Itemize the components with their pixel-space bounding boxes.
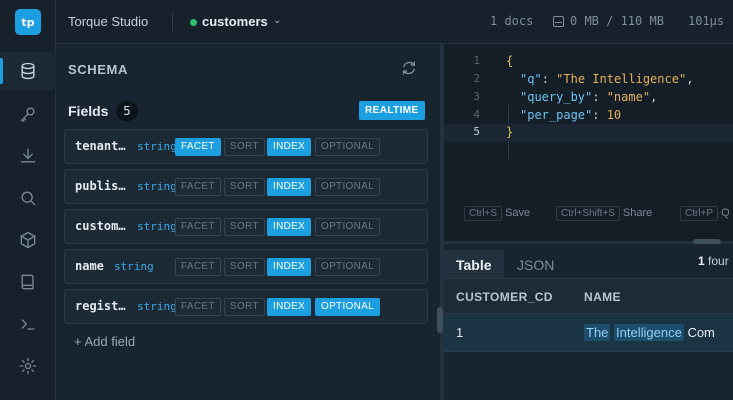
sort-tag[interactable]: SORT — [224, 218, 265, 236]
rail-database[interactable] — [0, 52, 56, 90]
chevron-down-icon[interactable]: ⌄ — [273, 15, 281, 26]
sort-tag[interactable]: SORT — [224, 178, 265, 196]
facet-tag[interactable]: FACET — [175, 298, 221, 316]
terminal-icon — [21, 319, 35, 330]
tab-table[interactable]: Table — [444, 250, 504, 280]
optional-tag[interactable]: OPTIONAL — [315, 218, 380, 236]
highlight: Intelligence — [614, 324, 684, 341]
refresh-icon[interactable] — [400, 59, 418, 77]
cell-name: The Intelligence Com — [584, 324, 715, 341]
sort-tag[interactable]: SORT — [224, 258, 265, 276]
top-divider — [172, 13, 173, 31]
field-row[interactable]: registered_at stringFACETSORTINDEXOPTIONA… — [64, 289, 428, 324]
line-number: 2 — [473, 72, 480, 85]
field-row[interactable]: name string FACET SORT INDEX OPTIONAL — [64, 249, 428, 284]
facet-tag[interactable]: FACET — [175, 218, 221, 236]
line-number: 5 — [473, 125, 480, 138]
index-tag[interactable]: INDEX — [267, 178, 312, 196]
field-name: published_at — [75, 179, 127, 193]
book-icon — [21, 274, 34, 290]
highlight: The — [584, 324, 611, 341]
rail-settings[interactable] — [0, 347, 56, 385]
app-title: Torque Studio — [68, 14, 149, 29]
database-icon — [21, 62, 35, 80]
download-icon — [20, 148, 36, 163]
code-line: 1 { — [444, 53, 733, 71]
optional-tag[interactable]: OPTIONAL — [315, 298, 380, 316]
table-header: CUSTOMER_CD NAME — [444, 278, 733, 314]
line-number: 4 — [473, 108, 480, 121]
optional-tag[interactable]: OPTIONAL — [315, 138, 380, 156]
optional-tag[interactable]: OPTIONAL — [315, 258, 380, 276]
command-shortcut[interactable]: Ctrl+P Q — [680, 206, 730, 221]
field-row[interactable]: tenant_id stringFACETSORTINDEXOPTIONAL — [64, 129, 428, 164]
add-field-button[interactable]: + Add field — [74, 334, 135, 349]
rail-search[interactable] — [0, 179, 56, 217]
field-type[interactable]: string — [137, 220, 177, 233]
field-name: customer_cd — [75, 219, 127, 233]
rail-console[interactable] — [0, 305, 56, 343]
rail-keys[interactable] — [0, 95, 56, 133]
docs-count: 1 docs — [490, 14, 534, 28]
field-type[interactable]: string — [137, 180, 177, 193]
found-count: 1 four — [698, 254, 729, 268]
line-number: 3 — [473, 90, 480, 103]
column-header[interactable]: CUSTOMER_CD — [456, 290, 553, 304]
field-type[interactable]: string — [114, 260, 154, 273]
sort-tag[interactable]: SORT — [224, 298, 265, 316]
index-tag[interactable]: INDEX — [267, 218, 312, 236]
code-line: 2 "q": "The Intelligence", — [444, 71, 733, 89]
realtime-badge[interactable]: REALTIME — [359, 101, 425, 120]
facet-tag[interactable]: FACET — [175, 258, 221, 276]
code-line: 3 "query_by": "name", — [444, 89, 733, 107]
share-shortcut[interactable]: Ctrl+Shift+S Share — [556, 206, 652, 221]
rail-docs[interactable] — [0, 263, 56, 301]
app-logo[interactable]: tp — [15, 9, 41, 35]
schema-title: SCHEMA — [68, 62, 128, 77]
save-shortcut[interactable]: Ctrl+S Save — [464, 206, 530, 221]
line-number: 1 — [473, 54, 480, 67]
facet-tag[interactable]: FACET — [175, 138, 221, 156]
column-header[interactable]: NAME — [584, 290, 621, 304]
index-tag[interactable]: INDEX — [267, 258, 312, 276]
field-name: tenant_id — [75, 139, 127, 153]
field-name: registered_at — [75, 299, 127, 313]
field-row[interactable]: customer_cd stringFACETSORTINDEXOPTIONAL — [64, 209, 428, 244]
optional-tag[interactable]: OPTIONAL — [315, 178, 380, 196]
tab-json[interactable]: JSON — [505, 250, 566, 280]
field-type[interactable]: string — [137, 140, 177, 153]
table-row[interactable]: 1 The Intelligence Com — [444, 314, 733, 352]
splitter-handle[interactable] — [437, 307, 443, 333]
gear-icon — [19, 357, 37, 375]
code-line-current: 5 } — [444, 124, 733, 142]
rail-collections[interactable] — [0, 221, 56, 259]
disk-icon — [553, 16, 564, 27]
rail-import[interactable] — [0, 137, 56, 175]
collection-status-dot — [190, 19, 197, 26]
cube-icon — [20, 231, 36, 249]
query-editor[interactable]: 1 { 2 "q": "The Intelligence", 3 "query_… — [444, 44, 733, 241]
fields-label: Fields — [68, 103, 109, 119]
index-tag[interactable]: INDEX — [267, 138, 312, 156]
key-icon — [20, 107, 35, 123]
top-bar: Torque Studio customers ⌄ 1 docs 0 MB / … — [56, 0, 733, 44]
results-panel: Table JSON 1 four CUSTOMER_CD NAME 1 The… — [444, 244, 733, 400]
latency: 101µs — [688, 14, 725, 28]
field-name: name — [75, 259, 104, 273]
search-icon — [21, 191, 36, 206]
cell-customer-cd: 1 — [456, 325, 464, 340]
field-type[interactable]: string — [137, 300, 177, 313]
nav-rail: tp — [0, 0, 56, 400]
fields-count-badge: 5 — [116, 101, 138, 121]
facet-tag[interactable]: FACET — [175, 178, 221, 196]
index-tag[interactable]: INDEX — [267, 298, 312, 316]
field-row[interactable]: published_at stringFACETSORTINDEXOPTIONAL — [64, 169, 428, 204]
collection-selector[interactable]: customers — [202, 14, 268, 29]
code-line: 4 "per_page": 10 — [444, 107, 733, 125]
disk-usage: 0 MB / 110 MB — [570, 14, 664, 28]
sort-tag[interactable]: SORT — [224, 138, 265, 156]
schema-panel: SCHEMA Fields 5 REALTIME tenant_idstring… — [56, 44, 440, 400]
